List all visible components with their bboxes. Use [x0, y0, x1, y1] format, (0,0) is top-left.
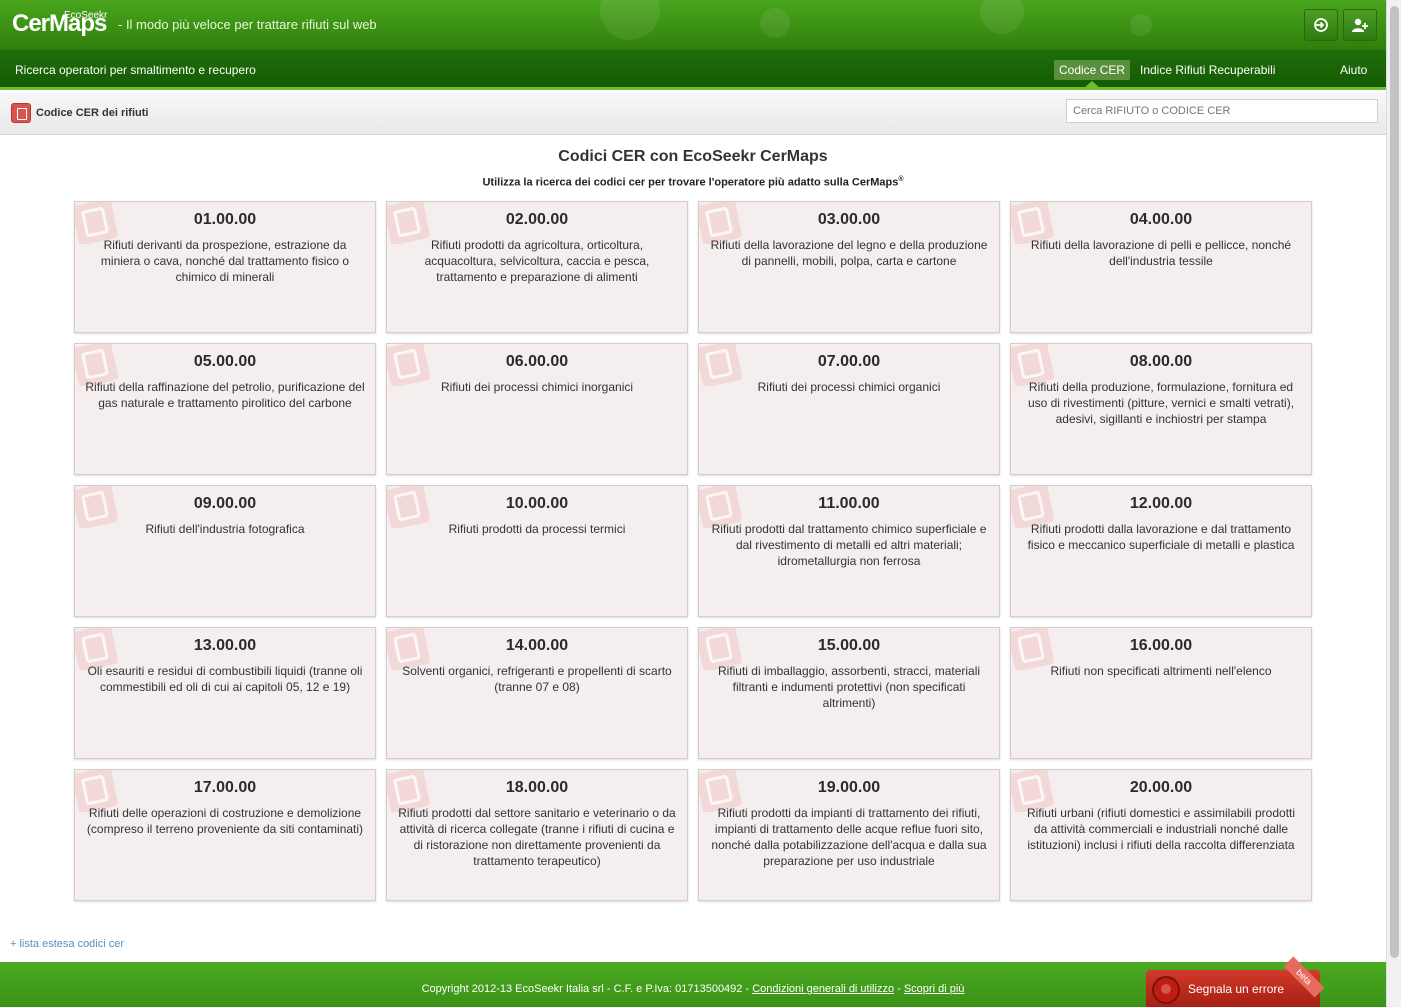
- cer-code: 16.00.00: [1129, 637, 1193, 654]
- cer-code: 04.00.00: [1129, 211, 1193, 228]
- cer-code: 07.00.00: [817, 353, 881, 370]
- report-error-label: Segnala un errore: [1188, 982, 1285, 996]
- cer-code: 13.00.00: [193, 637, 257, 654]
- page-subtitle: Utilizza la ricerca dei codici cer per t…: [0, 176, 1386, 189]
- cer-description: Oli esauriti e residui di combustibili l…: [87, 664, 363, 694]
- cer-code: 18.00.00: [505, 779, 569, 796]
- cer-card[interactable]: 11.00.00 Rifiuti prodotti dal trattamento…: [698, 485, 1000, 617]
- extended-list-link[interactable]: + lista estesa codici cer: [10, 938, 124, 950]
- page-toolbar: Codice CER dei rifiuti: [0, 93, 1386, 135]
- cer-card[interactable]: 08.00.00 Rifiuti della produzione, formul…: [1010, 343, 1312, 475]
- cer-card[interactable]: 13.00.00 Oli esauriti e residui di combus…: [74, 627, 376, 759]
- cer-description: Rifiuti di imballaggio, assorbenti, stra…: [717, 664, 981, 710]
- cer-card[interactable]: 12.00.00 Rifiuti prodotti dalla lavorazio…: [1010, 485, 1312, 617]
- logo-brand: EcoSeekr: [64, 10, 108, 21]
- report-error-button[interactable]: Segnala un errore beta: [1146, 956, 1325, 1007]
- discover-more-link[interactable]: Scopri di più: [904, 983, 965, 995]
- cer-description: Rifiuti derivanti da prospezione, estraz…: [100, 238, 350, 284]
- cer-description: Rifiuti della lavorazione di pelli e pel…: [1030, 238, 1292, 268]
- cer-description: Rifiuti dei processi chimici organici: [757, 380, 941, 394]
- page-section-title: Codice CER dei rifiuti: [36, 107, 149, 119]
- tab-codice-cer[interactable]: Codice CER: [1054, 60, 1131, 80]
- search-input[interactable]: [1066, 99, 1378, 123]
- tab-indice-rifiuti[interactable]: Indice Rifiuti Recuperabili: [1135, 60, 1280, 80]
- registered-mark: ®: [898, 176, 904, 183]
- cer-description: Rifiuti dei processi chimici inorganici: [440, 380, 634, 394]
- cer-card[interactable]: 09.00.00 Rifiuti dell'industria fotografi…: [74, 485, 376, 617]
- cer-description: Rifiuti prodotti dal trattamento chimico…: [711, 522, 987, 568]
- cer-code-grid: 01.00.00 Rifiuti derivanti da prospezione…: [74, 201, 1312, 901]
- cer-description: Rifiuti prodotti da processi termici: [448, 522, 626, 536]
- terms-link[interactable]: Condizioni generali di utilizzo: [752, 983, 894, 995]
- cer-description: Solventi organici, refrigeranti e propel…: [402, 664, 672, 694]
- cer-card[interactable]: 03.00.00 Rifiuti della lavorazione del le…: [698, 201, 1000, 333]
- cer-description: Rifiuti delle operazioni di costruzione …: [86, 806, 364, 836]
- tab-aiuto[interactable]: Aiuto: [1335, 60, 1372, 80]
- cer-card[interactable]: 16.00.00 Rifiuti non specificati altrimen…: [1010, 627, 1312, 759]
- main-nav: Ricerca operatori per smaltimento e recu…: [0, 50, 1386, 90]
- login-icon: [1314, 18, 1328, 32]
- cer-code: 20.00.00: [1129, 779, 1193, 796]
- page-scrollbar[interactable]: [1386, 0, 1401, 1007]
- page-title: Codici CER con EcoSeekr CerMaps: [558, 148, 828, 165]
- footer: Copyright 2012-13 EcoSeekr Italia srl - …: [0, 956, 1386, 1007]
- ladybug-icon: [1152, 976, 1180, 1004]
- scrollbar-thumb[interactable]: [1390, 6, 1399, 958]
- cer-code: 19.00.00: [817, 779, 881, 796]
- cer-card[interactable]: 05.00.00 Rifiuti della raffinazione del p…: [74, 343, 376, 475]
- top-header: CerMaps EcoSeekr - Il modo più veloce pe…: [0, 0, 1386, 50]
- cer-description: Rifiuti della lavorazione del legno e de…: [710, 238, 988, 268]
- cer-card[interactable]: 20.00.00 Rifiuti urbani (rifiuti domestic…: [1010, 769, 1312, 901]
- cer-card[interactable]: 10.00.00 Rifiuti prodotti da processi ter…: [386, 485, 688, 617]
- cer-description: Rifiuti prodotti da impianti di trattame…: [711, 806, 987, 868]
- cer-code: 09.00.00: [193, 495, 257, 512]
- cer-card[interactable]: 04.00.00 Rifiuti della lavorazione di pel…: [1010, 201, 1312, 333]
- cer-description: Rifiuti della raffinazione del petrolio,…: [85, 380, 365, 410]
- cer-card[interactable]: 01.00.00 Rifiuti derivanti da prospezione…: [74, 201, 376, 333]
- cer-code: 03.00.00: [817, 211, 881, 228]
- cer-card[interactable]: 14.00.00 Solventi organici, refrigeranti …: [386, 627, 688, 759]
- cer-description: Rifiuti prodotti da agricoltura, orticol…: [424, 238, 650, 284]
- register-button[interactable]: [1343, 9, 1377, 41]
- cer-description: Rifiuti urbani (rifiuti domestici e assi…: [1026, 806, 1296, 852]
- cer-code: 17.00.00: [193, 779, 257, 796]
- active-tab-caret: [1085, 81, 1099, 87]
- cer-code: 08.00.00: [1129, 353, 1193, 370]
- beta-badge: beta: [1283, 956, 1325, 998]
- cer-card[interactable]: 18.00.00 Rifiuti prodotti dal settore san…: [386, 769, 688, 901]
- footer-separator: -: [894, 983, 904, 995]
- cer-card[interactable]: 19.00.00 Rifiuti prodotti da impianti di …: [698, 769, 1000, 901]
- add-user-icon: [1352, 18, 1368, 32]
- cer-code: 05.00.00: [193, 353, 257, 370]
- login-button[interactable]: [1304, 9, 1338, 41]
- cer-code: 10.00.00: [505, 495, 569, 512]
- cer-card[interactable]: 07.00.00 Rifiuti dei processi chimici org…: [698, 343, 1000, 475]
- clipboard-icon: [11, 103, 31, 123]
- cer-code: 15.00.00: [817, 637, 881, 654]
- tagline: - Il modo più veloce per trattare rifiut…: [118, 17, 377, 32]
- cer-code: 01.00.00: [193, 211, 257, 228]
- cer-description: Rifiuti della produzione, formulazione, …: [1027, 380, 1295, 426]
- cer-card[interactable]: 02.00.00 Rifiuti prodotti da agricoltura,…: [386, 201, 688, 333]
- cer-description: Rifiuti non specificati altrimenti nell'…: [1050, 664, 1272, 678]
- cer-description: Rifiuti prodotti dalla lavorazione e dal…: [1027, 522, 1295, 552]
- cer-code: 11.00.00: [818, 495, 880, 512]
- copyright-text: Copyright 2012-13 EcoSeekr Italia srl - …: [421, 983, 753, 995]
- cer-card[interactable]: 15.00.00 Rifiuti di imballaggio, assorben…: [698, 627, 1000, 759]
- page-subtitle-text: Utilizza la ricerca dei codici cer per t…: [482, 176, 899, 189]
- nav-operator-search[interactable]: Ricerca operatori per smaltimento e recu…: [15, 63, 256, 77]
- cer-code: 14.00.00: [505, 637, 569, 654]
- cer-code: 06.00.00: [505, 353, 569, 370]
- cer-card[interactable]: 17.00.00 Rifiuti delle operazioni di cost…: [74, 769, 376, 901]
- cer-description: Rifiuti prodotti dal settore sanitario e…: [398, 806, 676, 868]
- cer-description: Rifiuti dell'industria fotografica: [145, 522, 305, 536]
- cer-code: 12.00.00: [1129, 495, 1193, 512]
- cer-card[interactable]: 06.00.00 Rifiuti dei processi chimici ino…: [386, 343, 688, 475]
- cer-code: 02.00.00: [505, 211, 569, 228]
